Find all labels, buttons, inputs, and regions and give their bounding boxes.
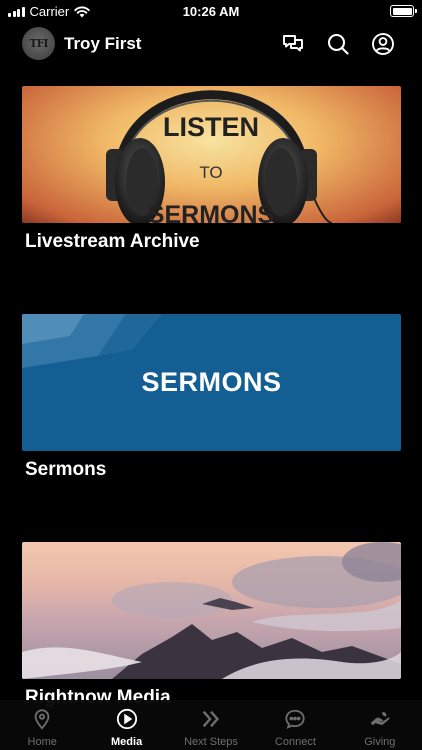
play-circle-icon [116,708,137,730]
location-pin-icon [34,709,50,730]
tab-home[interactable]: Home [0,700,84,750]
media-card-title: Livestream Archive [25,231,200,252]
tab-media[interactable]: Media [84,700,168,750]
giving-hand-icon [370,712,390,726]
media-card-sermons[interactable]: SERMONS Sermons [22,314,401,480]
listen-line2: TO [199,163,222,182]
tab-label: Giving [364,736,396,748]
headphones-icon[interactable]: LISTEN TO SERMONS [22,86,401,223]
profile-icon[interactable] [371,32,395,56]
media-card-title: Sermons [25,459,107,480]
chat-dots-icon [285,709,306,729]
battery-icon [390,5,417,17]
sermons-image[interactable]: SERMONS [22,314,401,451]
status-time: 10:26 AM [182,4,240,19]
tab-label: Connect [274,736,316,748]
battery-fill [392,7,412,15]
tab-label: Next Steps [184,736,238,748]
tab-next-steps[interactable]: Next Steps [169,700,253,750]
tab-label: Home [27,736,57,748]
sermons-image-text: SERMONS [141,367,282,397]
chat-bubbles-icon[interactable] [281,32,305,56]
tab-bar: Home Media Next Steps Connect Giving [0,700,422,750]
app-header: TFI Troy First [0,25,422,63]
search-icon[interactable] [326,32,350,56]
church-logo-icon[interactable]: TFI [22,27,55,60]
mountain-clouds-icon[interactable] [22,542,401,679]
double-chevron-icon [202,710,220,728]
media-card-rightnow[interactable]: Rightnow Media [22,542,401,708]
status-bar: Carrier 10:26 AM [0,0,422,22]
app-title: Troy First [64,34,142,53]
listen-line3: SERMONS [148,201,274,223]
tab-giving[interactable]: Giving [338,700,422,750]
listen-line1: LISTEN [163,112,259,142]
tab-label: Media [111,736,143,748]
tab-connect[interactable]: Connect [253,700,337,750]
media-card-livestream[interactable]: LISTEN TO SERMONS Livestream Archive [22,86,401,252]
